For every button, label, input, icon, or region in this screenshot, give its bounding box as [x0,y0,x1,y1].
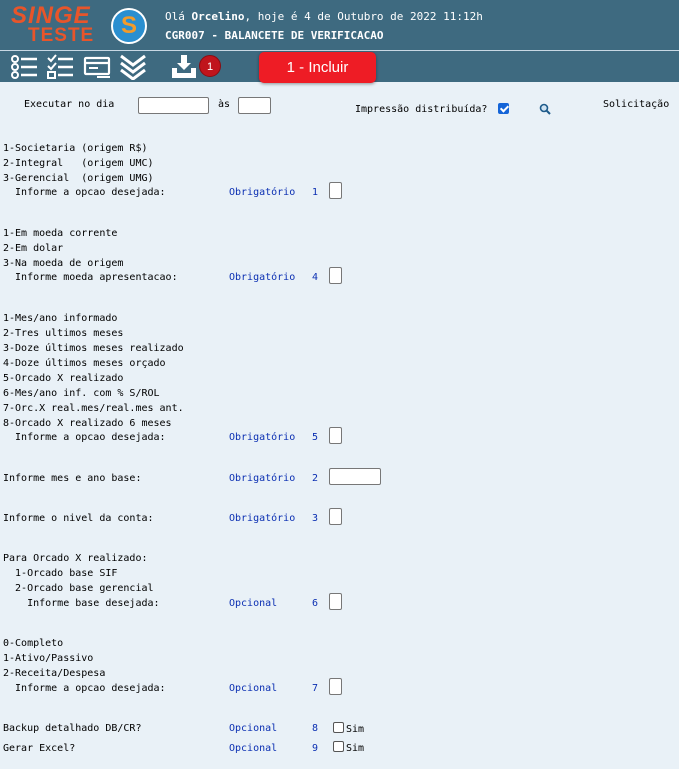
q1-input[interactable] [329,182,342,199]
q7-input[interactable] [329,678,342,695]
q7-option: 1-Ativo/Passivo [3,653,94,664]
list-icon[interactable] [10,54,38,80]
download-tray-icon[interactable] [170,54,198,80]
run-time-input[interactable] [238,97,271,114]
q1-number: 1 [312,187,319,198]
logo-mark-letter: S [120,12,137,39]
q1-option: 1-Societaria (origem R$) [3,143,148,154]
greeting-suffix: , hoje é 4 de Outubro de 2022 11:12h [244,10,483,23]
excel-checkbox-label: Sim [346,743,365,754]
double-chevron-down-icon[interactable] [119,54,147,80]
logo-mark-icon: S [111,8,147,44]
q2-option: 1-Em moeda corrente [3,228,118,239]
q8-prompt: Backup detalhado DB/CR? [3,723,142,734]
q1-option: 3-Gerencial (origem UMG) [3,173,154,184]
q1-prompt: Informe a opcao desejada: [3,187,166,198]
q2-option: 3-Na moeda de origem [3,258,124,269]
at-label: às [218,99,231,110]
q6-option: 2-Orcado base gerencial [3,583,154,594]
q2-prompt: Informe moeda apresentacao: [3,272,178,283]
q5-number: 3 [312,513,319,524]
q7-option: 2-Receita/Despesa [3,668,106,679]
q3-option: 2-Tres ultimos meses [3,328,124,339]
run-day-label: Executar no dia [24,99,115,110]
greeting-prefix: Olá [165,10,192,23]
q9-optional: Opcional [229,743,278,754]
q3-option: 7-Orc.X real.mes/real.mes ant. [3,403,184,414]
backup-checkbox-label: Sim [346,724,365,735]
q4-number: 2 [312,473,319,484]
logo-subtitle: TESTE [28,25,95,46]
q1-required: Obrigatório [229,187,296,198]
notification-badge[interactable]: 1 [199,55,221,77]
run-day-input[interactable] [138,97,209,114]
q9-prompt: Gerar Excel? [3,743,76,754]
q4-input[interactable] [329,468,381,485]
q3-option: 4-Doze últimos meses orçado [3,358,166,369]
q6-input[interactable] [329,593,342,610]
q7-optional: Opcional [229,683,278,694]
q7-prompt: Informe a opcao desejada: [3,683,166,694]
q2-input[interactable] [329,267,342,284]
q1-option: 2-Integral (origem UMC) [3,158,154,169]
distributed-label: Impressão distribuída? [355,104,488,115]
q3-input[interactable] [329,427,342,444]
q3-prompt: Informe a opcao desejada: [3,432,166,443]
card-icon[interactable] [83,54,111,80]
q6-prompt: Informe base desejada: [3,598,160,609]
greeting: Olá Orcelino, hoje é 4 de Outubro de 202… [165,10,483,23]
q6-title: Para Orcado X realizado: [3,553,148,564]
request-label: Solicitação [603,99,670,110]
q6-number: 6 [312,598,319,609]
q3-required: Obrigatório [229,432,296,443]
q4-prompt: Informe mes e ano base: [3,473,142,484]
q6-optional: Opcional [229,598,278,609]
q7-number: 7 [312,683,319,694]
q3-option: 8-Orcado X realizado 6 meses [3,418,172,429]
q5-prompt: Informe o nivel da conta: [3,513,154,524]
q3-number: 5 [312,432,319,443]
q2-option: 2-Em dolar [3,243,64,254]
distributed-checkbox[interactable] [498,103,509,114]
q5-input[interactable] [329,508,342,525]
q8-optional: Opcional [229,723,278,734]
q6-option: 1-Orcado base SIF [3,568,118,579]
q2-required: Obrigatório [229,272,296,283]
user-name: Orcelino [191,10,245,23]
excel-checkbox[interactable] [333,741,344,752]
backup-checkbox[interactable] [333,722,344,733]
q3-option: 6-Mes/ano inf. com % S/ROL [3,388,160,399]
include-tooltip: 1 - Incluir [259,52,376,83]
app-header: SINGE TESTE S Olá Orcelino, hoje é 4 de … [0,0,679,51]
q4-required: Obrigatório [229,473,296,484]
checklist-icon[interactable] [46,54,74,80]
q3-option: 3-Doze últimos meses realizado [3,343,184,354]
q9-number: 9 [312,743,319,754]
q3-option: 5-Orcado X realizado [3,373,124,384]
search-icon[interactable] [539,103,551,115]
program-title: CGR007 - BALANCETE DE VERIFICACAO [165,29,384,42]
q5-required: Obrigatório [229,513,296,524]
q3-option: 1-Mes/ano informado [3,313,118,324]
q7-option: 0-Completo [3,638,64,649]
q2-number: 4 [312,272,319,283]
q8-number: 8 [312,723,319,734]
